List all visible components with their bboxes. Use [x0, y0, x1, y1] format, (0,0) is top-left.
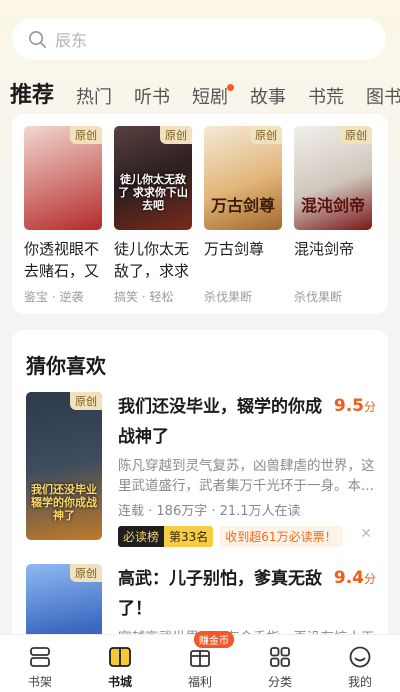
book-score: 9.4分 — [334, 568, 376, 588]
nav-bookshelf[interactable]: 书架 — [0, 635, 80, 692]
book-title: 万古剑尊 — [204, 240, 265, 258]
bookshelf-icon — [30, 647, 50, 667]
original-badge: 原创 — [70, 564, 102, 582]
book-title: 混沌剑帝 — [294, 240, 355, 258]
nav-profile[interactable]: 我的 — [320, 635, 400, 692]
book-description: 陈凡穿越到灵气复苏，凶兽肆虐的世界，这里武道盛行，武者集万千光环于一身。本... — [118, 458, 375, 494]
score-unit: 分 — [363, 400, 376, 414]
cover-title-art: 徒儿你太无敌了 求求你下山去吧 — [118, 173, 188, 212]
recommend-item[interactable]: 原创 我们还没毕业 辍学的你成战神了 我们还没毕业，辍学的你成战神了 9.5分 … — [26, 392, 376, 552]
search-bar[interactable]: 辰东 — [12, 18, 386, 60]
book-tags: 杀伐果断 — [204, 290, 253, 304]
book-cover: 原创 我们还没毕业 辍学的你成战神了 — [26, 392, 102, 540]
tab-recommend[interactable]: 推荐 — [5, 82, 54, 110]
book-item[interactable]: 原创 混沌剑帝 混沌剑帝 杀伐果断 — [294, 126, 372, 305]
nav-label: 福利 — [187, 675, 212, 689]
category-icon — [270, 647, 290, 667]
nav-welfare[interactable]: 赚金币 福利 — [160, 631, 240, 692]
book-meta: 连载 · 186万字 · 21.1万人在读 — [118, 504, 301, 519]
original-badge: 原创 — [250, 126, 282, 144]
nav-bookstore[interactable]: 书城 — [80, 635, 160, 692]
book-tags: 杀伐果断 — [294, 290, 343, 304]
close-icon[interactable]: ✕ — [360, 526, 372, 542]
book-title: 徒儿你太无敌了，求求 — [114, 240, 190, 280]
tab-audiobook[interactable]: 听书 — [134, 86, 170, 110]
tab-short-drama-label: 短剧 — [192, 87, 229, 108]
book-item[interactable]: 原创 你透视眼不去赌石，又 鉴宝 · 逆袭 — [24, 126, 102, 305]
book-cover: 原创 — [24, 126, 102, 230]
nav-label: 分类 — [267, 675, 292, 689]
cover-title-art: 我们还没毕业 辍学的你成战神了 — [31, 483, 97, 522]
book-title: 高武：儿子别怕，爹真无敌了！ — [118, 569, 322, 619]
guess-you-like-card: 猜你喜欢 原创 我们还没毕业 辍学的你成战神了 我们还没毕业，辍学的你成战神了 … — [12, 330, 388, 650]
earn-coins-pill: 赚金币 — [194, 631, 234, 648]
bottom-navigation: 书架 书城 赚金币 福利 分类 我的 — [0, 631, 400, 692]
book-title: 我们还没毕业，辍学的你成战神了 — [118, 397, 322, 447]
vote-count-tag: 收到超61万必读票！ — [219, 526, 343, 547]
cover-title-art: 混沌剑帝 — [300, 196, 365, 215]
book-cover: 原创 混沌剑帝 — [294, 126, 372, 230]
book-title: 你透视眼不去赌石，又 — [24, 240, 100, 280]
tab-short-drama[interactable]: 短剧 — [192, 84, 235, 110]
book-item[interactable]: 原创 万古剑尊 万古剑尊 杀伐果断 — [204, 126, 282, 305]
book-cover: 原创 万古剑尊 — [204, 126, 282, 230]
nav-category[interactable]: 分类 — [240, 635, 320, 692]
score-value: 9.5 — [333, 396, 364, 416]
tab-story[interactable]: 故事 — [250, 86, 286, 110]
book-cover: 原创 徒儿你太无敌了 求求你下山去吧 — [114, 126, 192, 230]
original-badge: 原创 — [160, 126, 192, 144]
profile-icon — [349, 646, 371, 668]
search-placeholder: 辰东 — [55, 31, 88, 50]
ranking-list-label: 必读榜 — [118, 526, 165, 547]
score-value: 9.4 — [333, 568, 364, 588]
score-unit: 分 — [363, 572, 376, 586]
search-icon — [29, 30, 46, 48]
original-badge: 原创 — [70, 126, 102, 144]
book-score: 9.5分 — [334, 396, 376, 416]
nav-label: 书城 — [107, 675, 132, 689]
bookstore-icon — [109, 647, 131, 667]
ranking-position: 第33名 — [164, 526, 214, 547]
nav-label: 我的 — [347, 675, 372, 689]
book-tags: 鉴宝 · 逆袭 — [24, 290, 84, 304]
tab-books[interactable]: 图书 — [366, 86, 400, 110]
original-badge: 原创 — [70, 392, 102, 410]
new-dot-indicator — [227, 84, 235, 91]
section-title: 猜你喜欢 — [26, 354, 106, 378]
tab-book-shortage[interactable]: 书荒 — [308, 86, 344, 110]
tab-popular[interactable]: 热门 — [76, 86, 112, 110]
category-tabs: 推荐 热门 听书 短剧 故事 书荒 图书 — [0, 72, 400, 110]
book-tags: 搞笑 · 轻松 — [114, 290, 174, 304]
rank-badges: 必读榜 第33名 收到超61万必读票！ — [118, 526, 343, 547]
book-item[interactable]: 原创 徒儿你太无敌了 求求你下山去吧 徒儿你太无敌了，求求 搞笑 · 轻松 — [114, 126, 192, 305]
original-badge: 原创 — [340, 126, 372, 144]
featured-books-card: 原创 你透视眼不去赌石，又 鉴宝 · 逆袭 原创 徒儿你太无敌了 求求你下山去吧… — [12, 114, 388, 314]
nav-label: 书架 — [27, 675, 52, 689]
cover-title-art: 万古剑尊 — [210, 196, 275, 215]
